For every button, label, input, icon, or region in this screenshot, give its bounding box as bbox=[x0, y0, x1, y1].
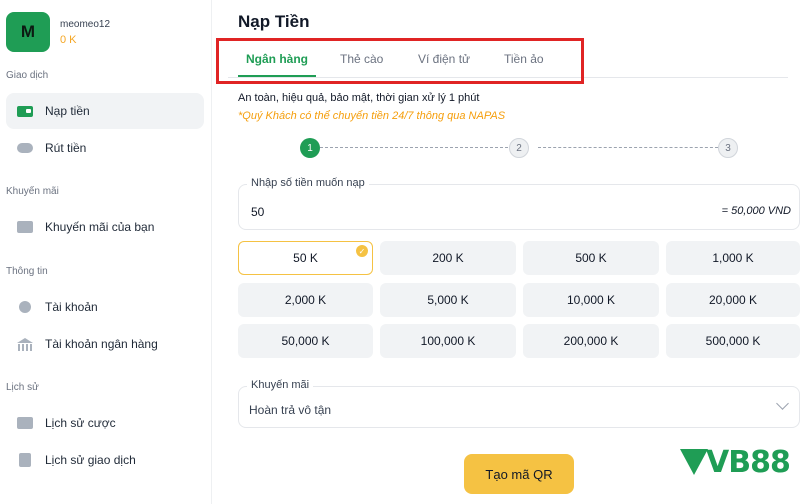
amount-option[interactable]: 100,000 K bbox=[380, 324, 516, 358]
step-2: 2 bbox=[509, 138, 529, 158]
amount-option[interactable]: 200 K bbox=[380, 241, 516, 275]
sidebar-item-label: Tài khoản bbox=[45, 300, 98, 314]
amount-option[interactable]: 10,000 K bbox=[523, 283, 659, 317]
amount-option[interactable]: 50 K ✓ bbox=[238, 241, 373, 275]
amount-option[interactable]: 1,000 K bbox=[666, 241, 800, 275]
username: meomeo12 bbox=[60, 18, 111, 30]
amount-option-label: 50 K bbox=[293, 251, 318, 265]
amount-option-label: 50,000 K bbox=[281, 334, 330, 348]
sidebar: M meomeo12 0 K Giao dịch Nạp tiền Rút ti… bbox=[0, 0, 212, 504]
sidebar-item-bank-account[interactable]: Tài khoản ngân hàng bbox=[6, 326, 204, 362]
step-1: 1 bbox=[300, 138, 320, 158]
section-label-history: Lịch sử bbox=[6, 382, 39, 393]
bank-icon bbox=[16, 337, 34, 351]
amount-option-label: 10,000 K bbox=[566, 293, 616, 307]
create-qr-button[interactable]: Tạo mã QR bbox=[464, 454, 574, 494]
amount-option-label: 500 K bbox=[575, 251, 607, 265]
sidebar-item-label: Nạp tiền bbox=[45, 104, 90, 118]
step-3: 3 bbox=[718, 138, 738, 158]
promotion-selected-value: Hoàn trả vô tận bbox=[249, 403, 332, 417]
amount-option[interactable]: 20,000 K bbox=[666, 283, 800, 317]
amount-option[interactable]: 500,000 K bbox=[666, 324, 800, 358]
bet-history-icon bbox=[16, 416, 34, 430]
section-label-promotions: Khuyến mãi bbox=[6, 186, 59, 197]
step-connector bbox=[538, 147, 718, 148]
profile[interactable]: M meomeo12 0 K bbox=[6, 12, 110, 52]
amount-option[interactable]: 50,000 K bbox=[238, 324, 373, 358]
page-title: Nạp Tiền bbox=[238, 12, 310, 31]
section-label-info: Thông tin bbox=[6, 266, 48, 277]
sidebar-item-label: Tài khoản ngân hàng bbox=[45, 337, 158, 351]
sidebar-item-label: Khuyến mãi của bạn bbox=[45, 220, 155, 234]
promotion-field-label: Khuyến mãi bbox=[247, 379, 314, 391]
info-line: An toàn, hiệu quả, bảo mật, thời gian xử… bbox=[238, 92, 480, 104]
amount-option[interactable]: 2,000 K bbox=[238, 283, 373, 317]
sidebar-item-account[interactable]: Tài khoản bbox=[6, 289, 204, 325]
amount-option-label: 200 K bbox=[432, 251, 464, 265]
amount-option-label: 2,000 K bbox=[284, 293, 327, 307]
sidebar-item-deposit[interactable]: Nạp tiền bbox=[6, 93, 204, 129]
amount-input[interactable]: 50 bbox=[251, 205, 264, 219]
amount-option-label: 20,000 K bbox=[708, 293, 758, 307]
amount-option-label: 100,000 K bbox=[420, 334, 476, 348]
promotion-select[interactable]: Khuyến mãi Hoàn trả vô tận bbox=[238, 379, 800, 428]
amount-option[interactable]: 200,000 K bbox=[523, 324, 659, 358]
logo-mark-icon bbox=[680, 447, 708, 477]
amount-option-label: 5,000 K bbox=[427, 293, 469, 307]
amount-option[interactable]: 5,000 K bbox=[380, 283, 516, 317]
tabs-highlight-annotation bbox=[216, 38, 584, 84]
vb88-logo: VB88 bbox=[680, 442, 796, 482]
section-label-transactions: Giao dịch bbox=[6, 70, 49, 81]
transaction-history-icon bbox=[16, 453, 34, 467]
logo-text: VB88 bbox=[706, 444, 791, 480]
sidebar-item-label: Lịch sử cược bbox=[45, 416, 116, 430]
amount-field-label: Nhập số tiền muốn nạp bbox=[247, 177, 369, 189]
amount-option-label: 500,000 K bbox=[705, 334, 761, 348]
amount-field[interactable]: Nhập số tiền muốn nạp 50 = 50,000 VND bbox=[238, 177, 800, 230]
amount-option-label: 1,000 K bbox=[712, 251, 754, 265]
check-icon: ✓ bbox=[356, 245, 368, 257]
balance: 0 K bbox=[60, 33, 77, 46]
info-note: *Quý Khách có thể chuyển tiền 24/7 thông… bbox=[238, 110, 506, 122]
withdraw-icon bbox=[16, 141, 34, 155]
promo-ticket-icon bbox=[16, 220, 34, 234]
sidebar-item-label: Rút tiền bbox=[45, 141, 87, 155]
amount-option-label: 200,000 K bbox=[563, 334, 619, 348]
stepper: 1 2 3 bbox=[300, 138, 740, 158]
amount-option[interactable]: 500 K bbox=[523, 241, 659, 275]
step-connector bbox=[320, 147, 518, 148]
chevron-down-icon[interactable] bbox=[776, 397, 789, 410]
user-icon bbox=[16, 300, 34, 314]
deposit-card-icon bbox=[16, 104, 34, 118]
sidebar-item-bet-history[interactable]: Lịch sử cược bbox=[6, 405, 204, 441]
sidebar-item-my-promotions[interactable]: Khuyến mãi của bạn bbox=[6, 209, 204, 245]
avatar: M bbox=[6, 12, 50, 52]
sidebar-item-transaction-history[interactable]: Lịch sử giao dịch bbox=[6, 442, 204, 478]
sidebar-item-withdraw[interactable]: Rút tiền bbox=[6, 130, 204, 166]
amount-converted: = 50,000 VND bbox=[721, 205, 791, 217]
sidebar-item-label: Lịch sử giao dịch bbox=[45, 453, 136, 467]
